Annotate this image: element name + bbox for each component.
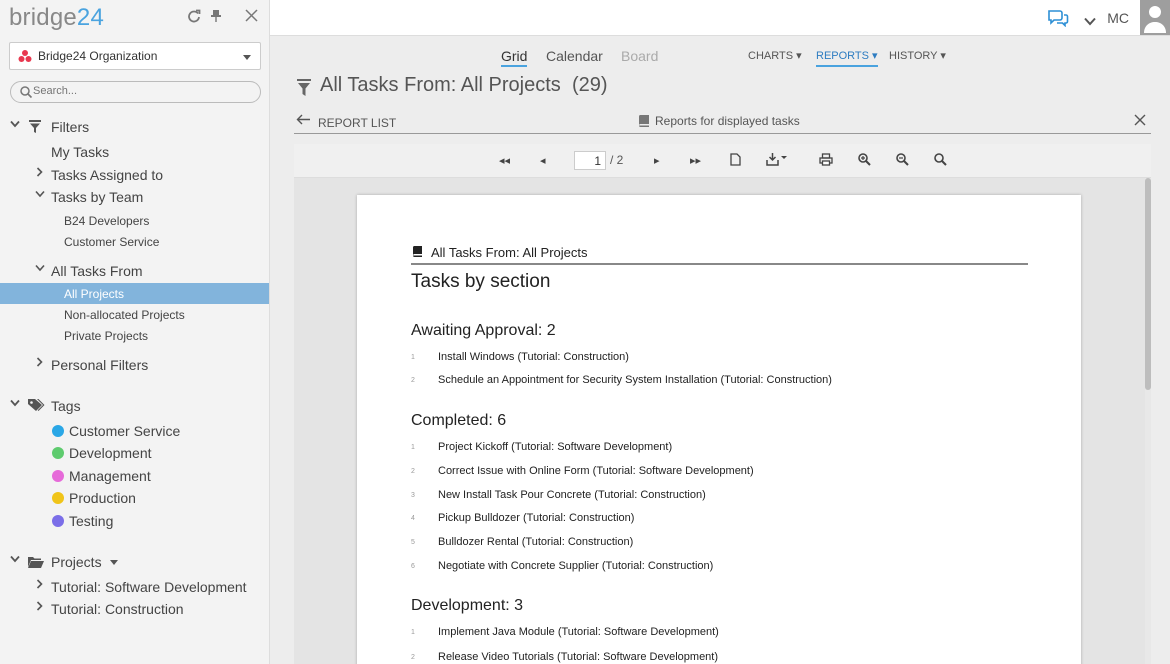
- chevron-right-icon[interactable]: [36, 167, 43, 180]
- reports-label: Reports for displayed tasks: [655, 114, 800, 128]
- tag-color-dot: [52, 447, 64, 459]
- viewer-toolbar: ◂◂ ◂ / 2 ▸ ▸▸: [294, 144, 1151, 178]
- tag-production[interactable]: Production: [69, 490, 136, 506]
- zoom-reset-icon[interactable]: [934, 153, 947, 169]
- search-input[interactable]: [33, 85, 253, 97]
- section-title: Awaiting Approval: 2: [411, 322, 556, 339]
- charts-menu[interactable]: CHARTS ▾: [748, 49, 802, 62]
- filters-header[interactable]: Filters: [51, 119, 89, 135]
- last-page-icon[interactable]: ▸▸: [690, 154, 701, 167]
- previous-page-icon[interactable]: ◂: [540, 154, 546, 167]
- tag-color-dot: [52, 425, 64, 437]
- chevron-down-icon[interactable]: [1084, 13, 1096, 31]
- team-customer-service[interactable]: Customer Service: [64, 235, 159, 249]
- zoom-in-icon[interactable]: [858, 153, 871, 169]
- chat-icon[interactable]: [1047, 9, 1069, 32]
- section-title: Development: 3: [411, 597, 524, 614]
- chevron-down-icon[interactable]: [10, 398, 20, 410]
- tab-calendar[interactable]: Calendar: [546, 48, 603, 64]
- chevron-down-icon: [243, 55, 251, 60]
- print-icon[interactable]: [819, 153, 833, 169]
- asana-logo-icon: [18, 50, 32, 62]
- filter-tasks-by-team[interactable]: Tasks by Team: [51, 189, 143, 205]
- tag-color-dot: [52, 470, 64, 482]
- document-icon[interactable]: [730, 153, 741, 169]
- sidebar: bridge24 Bridge24 Organization Filters M…: [0, 0, 270, 664]
- tab-grid[interactable]: Grid: [501, 48, 528, 67]
- tag-development[interactable]: Development: [69, 445, 152, 461]
- search-box[interactable]: [10, 81, 261, 103]
- top-bar: MC: [270, 0, 1170, 36]
- close-icon[interactable]: [245, 9, 258, 25]
- next-page-icon[interactable]: ▸: [654, 154, 660, 167]
- zoom-out-icon[interactable]: [896, 153, 909, 169]
- report-bar: REPORT LIST Reports for displayed tasks: [294, 110, 1151, 134]
- avatar[interactable]: [1140, 0, 1170, 35]
- first-page-icon[interactable]: ◂◂: [499, 154, 510, 167]
- tags-header[interactable]: Tags: [51, 398, 81, 414]
- filter-private-projects[interactable]: Private Projects: [64, 329, 148, 343]
- tab-board[interactable]: Board: [621, 48, 658, 64]
- page-number-input[interactable]: [574, 151, 606, 170]
- brand-row: bridge24: [0, 0, 270, 36]
- organization-select[interactable]: Bridge24 Organization: [9, 42, 261, 70]
- projects-header[interactable]: Projects: [51, 554, 102, 570]
- back-arrow-icon[interactable]: [296, 114, 311, 128]
- tag-customer-service[interactable]: Customer Service: [69, 423, 180, 439]
- tag-color-dot: [52, 492, 64, 504]
- filter-non-allocated-projects[interactable]: Non-allocated Projects: [64, 308, 185, 322]
- filter-my-tasks[interactable]: My Tasks: [51, 144, 109, 160]
- report-list-button[interactable]: REPORT LIST: [318, 116, 396, 130]
- pdf-page: All Tasks From: All Projects Tasks by se…: [357, 195, 1081, 664]
- project-construction[interactable]: Tutorial: Construction: [51, 601, 184, 617]
- organization-name: Bridge24 Organization: [38, 49, 158, 63]
- chevron-right-icon[interactable]: [36, 601, 43, 614]
- app-logo[interactable]: bridge24: [9, 4, 104, 32]
- tags-icon: [27, 398, 45, 417]
- main-panel: Grid Calendar Board CHARTS ▾ REPORTS ▾ H…: [270, 36, 1170, 664]
- filter-icon: [29, 120, 41, 138]
- tag-color-dot: [52, 515, 64, 527]
- chevron-down-icon[interactable]: [10, 119, 20, 131]
- user-initials[interactable]: MC: [1107, 10, 1129, 26]
- filter-all-tasks-from[interactable]: All Tasks From: [51, 263, 143, 279]
- scrollbar[interactable]: [1145, 178, 1151, 664]
- folder-open-icon: [28, 555, 44, 573]
- document-title: Tasks by section: [411, 271, 551, 292]
- section-title: Completed: 6: [411, 412, 507, 429]
- page-total: / 2: [610, 153, 624, 167]
- selected-row-highlight: [0, 283, 269, 304]
- chevron-down-icon[interactable]: [35, 189, 45, 201]
- tag-testing[interactable]: Testing: [69, 513, 113, 529]
- project-software-development[interactable]: Tutorial: Software Development: [51, 579, 247, 595]
- reports-menu[interactable]: REPORTS ▾: [816, 49, 878, 67]
- filter-all-projects[interactable]: All Projects: [64, 287, 124, 301]
- filter-personal-filters[interactable]: Personal Filters: [51, 357, 148, 373]
- pdf-viewer: ◂◂ ◂ / 2 ▸ ▸▸: [294, 144, 1151, 664]
- filter-icon: [297, 79, 311, 101]
- pin-icon[interactable]: [210, 9, 222, 26]
- history-menu[interactable]: HISTORY ▾: [889, 49, 946, 62]
- filter-tasks-assigned[interactable]: Tasks Assigned to: [51, 167, 163, 183]
- refresh-icon[interactable]: [187, 9, 201, 26]
- task-count: (29): [571, 74, 608, 96]
- tag-management[interactable]: Management: [69, 468, 151, 484]
- user-icon: [1144, 6, 1166, 33]
- book-icon: [411, 245, 423, 260]
- team-b24-developers[interactable]: B24 Developers: [64, 214, 149, 228]
- search-icon: [20, 86, 33, 99]
- caret-down-icon[interactable]: [110, 560, 118, 565]
- document-header: All Tasks From: All Projects: [411, 244, 1028, 265]
- chevron-down-icon[interactable]: [35, 263, 45, 275]
- book-icon: [637, 114, 650, 130]
- chevron-right-icon[interactable]: [36, 357, 43, 370]
- scrollbar-thumb[interactable]: [1145, 178, 1151, 390]
- chevron-right-icon[interactable]: [36, 579, 43, 592]
- export-icon[interactable]: [766, 152, 788, 169]
- chevron-down-icon[interactable]: [10, 554, 20, 566]
- close-icon[interactable]: [1134, 114, 1146, 129]
- page-title: All Tasks From: All Projects (29): [320, 74, 608, 96]
